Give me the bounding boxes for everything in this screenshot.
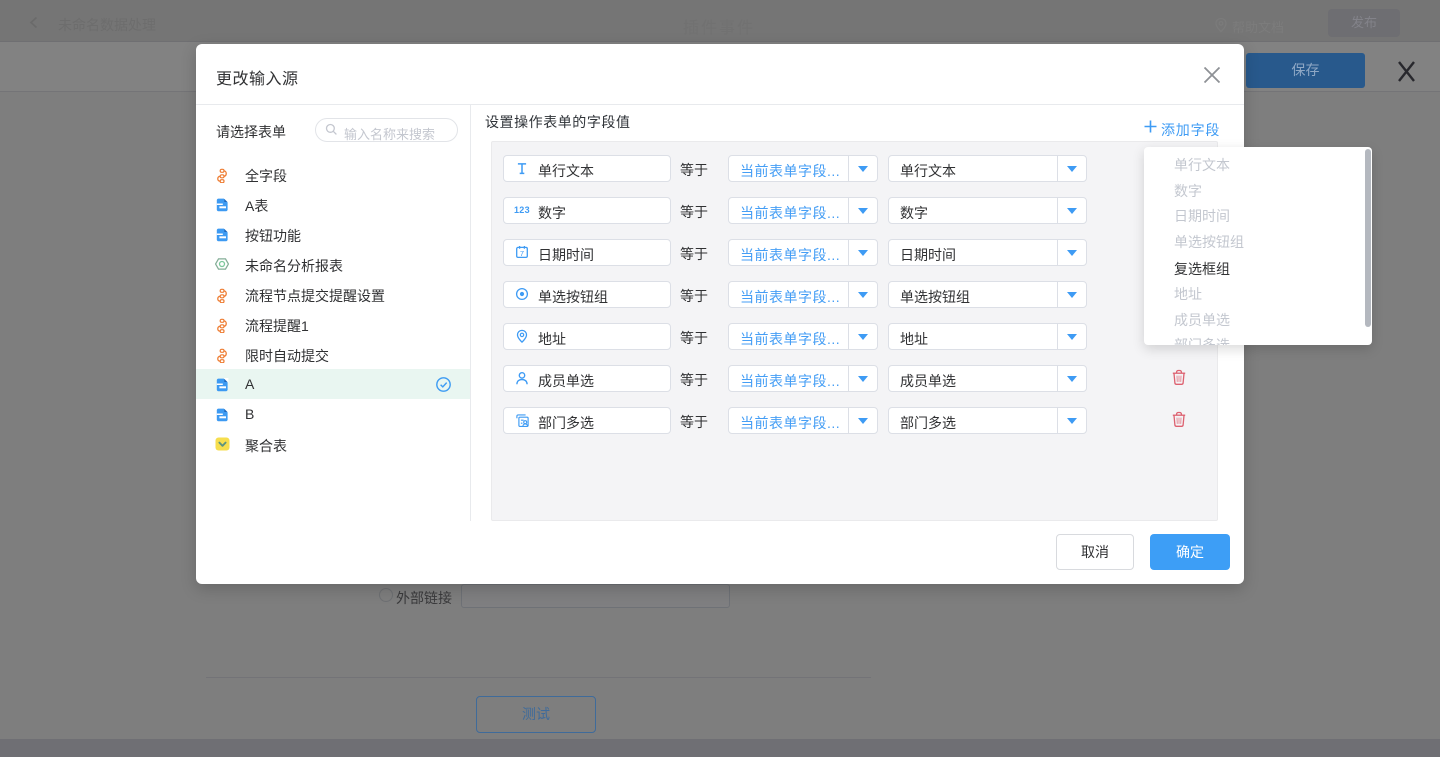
svg-text:7: 7 [520, 249, 524, 258]
